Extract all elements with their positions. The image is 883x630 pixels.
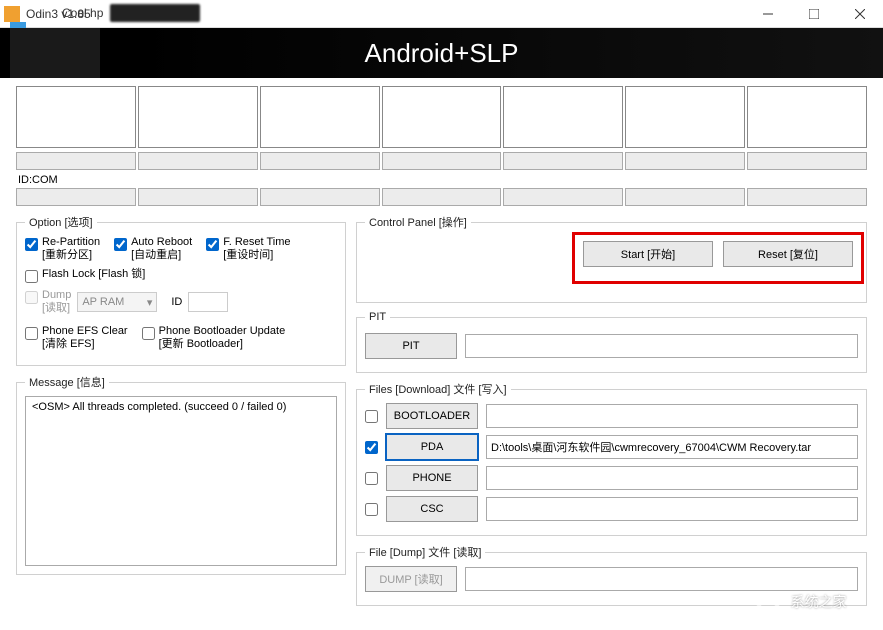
autoreboot-checkbox[interactable]: Auto Reboot[自动重启] (114, 236, 192, 262)
maximize-button[interactable] (791, 0, 837, 28)
progress-slot (260, 152, 380, 170)
idcom-slot[interactable] (16, 188, 136, 206)
thumbnail-slot (503, 86, 623, 148)
minimize-button[interactable] (745, 0, 791, 28)
pda-path-input[interactable] (486, 435, 858, 459)
pit-path-input[interactable] (465, 334, 858, 358)
thumbnail-slot (260, 86, 380, 148)
csc-path-input[interactable] (486, 497, 858, 521)
watermark-sub: XITONGZHIJIA.NET (791, 612, 873, 622)
close-button[interactable] (837, 0, 883, 28)
titlebar-extra-text: Cool hp (62, 6, 103, 20)
thumbnail-slot (625, 86, 745, 148)
control-panel: Control Panel [操作] Start [开始] Reset [复位] (356, 214, 867, 303)
bootloader-button[interactable]: BOOTLOADER (386, 403, 478, 429)
idcom-slot[interactable] (747, 188, 867, 206)
start-button[interactable]: Start [开始] (583, 241, 713, 267)
option-legend: Option [选项] (25, 214, 97, 230)
bootloader-checkbox[interactable] (365, 410, 378, 423)
message-log[interactable]: <OSM> All threads completed. (succeed 0 … (25, 396, 337, 566)
pit-panel: PIT PIT (356, 311, 867, 373)
apram-select: AP RAM ▾ (77, 292, 157, 312)
app-icon (4, 6, 20, 22)
id-label: ID (171, 296, 182, 308)
watermark-text: 系统之家 (791, 594, 847, 610)
phone-path-input[interactable] (486, 466, 858, 490)
csc-button[interactable]: CSC (386, 496, 478, 522)
files-legend: Files [Download] 文件 [写入] (365, 381, 511, 397)
window-titlebar: Odin3 v1.85 Cool hp (0, 0, 883, 28)
banner-title: Android+SLP (365, 38, 519, 69)
progress-slot (747, 152, 867, 170)
thumbnail-slot (382, 86, 502, 148)
bootloader-update-checkbox[interactable]: Phone Bootloader Update[更新 Bootloader] (142, 325, 286, 351)
progress-slot (382, 152, 502, 170)
flashlock-checkbox[interactable]: Flash Lock [Flash 锁] (25, 268, 145, 283)
message-panel: Message [信息] <OSM> All threads completed… (16, 374, 346, 575)
idcom-slot[interactable] (260, 188, 380, 206)
thumbnail-slot (747, 86, 867, 148)
thumbnail-slot (16, 86, 136, 148)
idcom-row (16, 188, 867, 206)
header-banner: Android+SLP (0, 28, 883, 78)
watermark: 系统之家 XITONGZHIJIA.NET (751, 590, 873, 624)
pda-checkbox[interactable] (365, 441, 378, 454)
house-icon (751, 590, 785, 624)
banner-smudge (10, 28, 100, 78)
phone-button[interactable]: PHONE (386, 465, 478, 491)
dump-button: DUMP [读取] (365, 566, 457, 592)
thumbnail-row (16, 86, 867, 148)
files-panel: Files [Download] 文件 [写入] BOOTLOADER PDA … (356, 381, 867, 536)
csc-checkbox[interactable] (365, 503, 378, 516)
repartition-checkbox[interactable]: Re-Partition[重新分区] (25, 236, 100, 262)
idcom-slot[interactable] (138, 188, 258, 206)
idcom-slot[interactable] (382, 188, 502, 206)
thumbnail-slot (138, 86, 258, 148)
pit-legend: PIT (365, 311, 390, 323)
efsclear-checkbox[interactable]: Phone EFS Clear[清除 EFS] (25, 325, 128, 351)
bootloader-path-input[interactable] (486, 404, 858, 428)
progress-slot (625, 152, 745, 170)
idcom-slot[interactable] (625, 188, 745, 206)
progress-slot (16, 152, 136, 170)
progress-slot (503, 152, 623, 170)
pit-button[interactable]: PIT (365, 333, 457, 359)
control-legend: Control Panel [操作] (365, 214, 471, 230)
dump-path-input[interactable] (465, 567, 858, 591)
phone-checkbox[interactable] (365, 472, 378, 485)
chevron-down-icon: ▾ (147, 296, 153, 309)
reset-button[interactable]: Reset [复位] (723, 241, 853, 267)
fresettime-checkbox[interactable]: F. Reset Time[重设时间] (206, 236, 290, 262)
idcom-slot[interactable] (503, 188, 623, 206)
idcom-label: ID:COM (18, 174, 867, 186)
pda-button[interactable]: PDA (386, 434, 478, 460)
start-reset-highlight: Start [开始] Reset [复位] (572, 232, 864, 284)
dump-checkbox[interactable]: Dump[读取] (25, 289, 71, 315)
id-input[interactable] (188, 292, 228, 312)
option-panel: Option [选项] Re-Partition[重新分区] Auto Rebo… (16, 214, 346, 366)
progress-slot (138, 152, 258, 170)
filedump-legend: File [Dump] 文件 [读取] (365, 544, 485, 560)
titlebar-smudge (110, 4, 200, 22)
progress-row (16, 152, 867, 170)
message-legend: Message [信息] (25, 374, 109, 390)
